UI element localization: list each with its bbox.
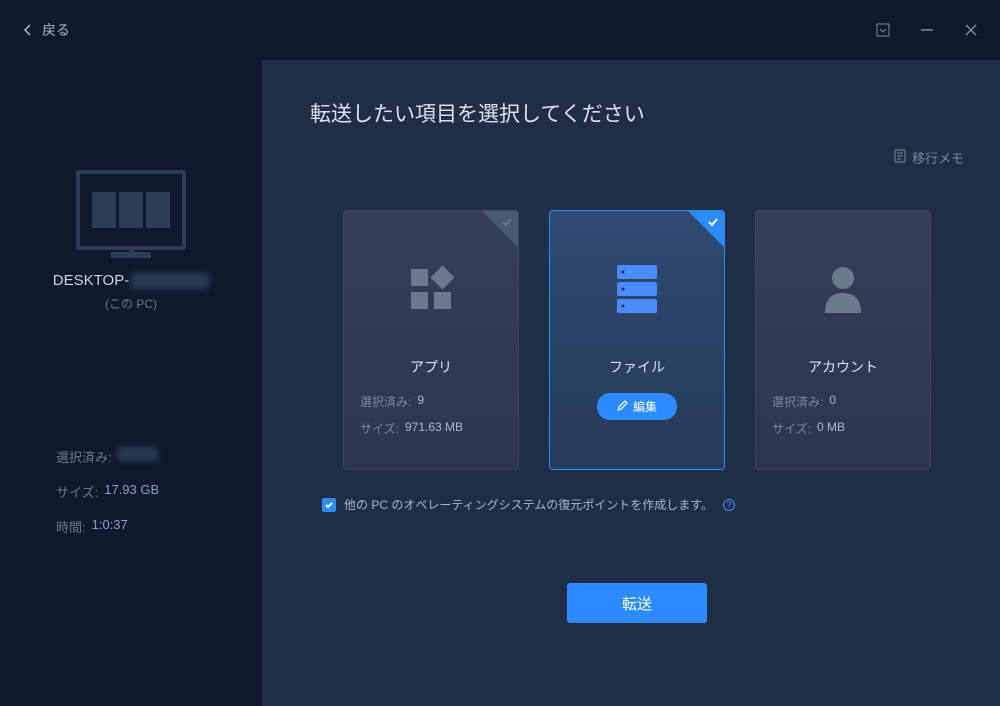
value: 0 — [829, 393, 836, 410]
pc-name-prefix: DESKTOP- — [53, 272, 129, 289]
close-button[interactable] — [962, 21, 980, 39]
restore-point-checkbox[interactable] — [322, 498, 336, 512]
card-corner — [482, 211, 518, 247]
files-icon — [611, 249, 663, 329]
check-icon — [501, 215, 513, 233]
card-title: アプリ — [410, 357, 452, 377]
window-controls — [874, 21, 980, 39]
stat-label: 選択済み: — [56, 447, 112, 466]
pc-visual: DESKTOP- (この PC) — [20, 170, 242, 312]
page-heading: 転送したい項目を選択してください — [310, 98, 964, 128]
info-icon[interactable]: ? — [723, 499, 735, 511]
stat-selected: 選択済み: 9 — [360, 393, 502, 410]
card-stats: 選択済み: 0 サイズ: 0 MB — [772, 393, 914, 437]
restore-point-row: 他の PC のオペレーティングシステムの復元ポイントを作成します。 ? — [310, 496, 964, 513]
stat-size: サイズ: 0 MB — [772, 420, 914, 437]
dropdown-button[interactable] — [874, 21, 892, 39]
sidebar-stats: 選択済み: サイズ: 17.93 GB 時間: 1:0:37 — [20, 447, 242, 536]
check-icon — [707, 215, 719, 233]
label: サイズ: — [772, 420, 811, 437]
back-label: 戻る — [42, 20, 70, 40]
main-layout: DESKTOP- (この PC) 選択済み: サイズ: 17.93 GB 時間:… — [0, 60, 1000, 706]
arrow-left-icon — [20, 22, 36, 38]
minimize-button[interactable] — [918, 21, 936, 39]
memo-link[interactable]: 移行メモ — [893, 148, 964, 167]
card-account[interactable]: アカウント 選択済み: 0 サイズ: 0 MB — [755, 210, 931, 470]
label: 選択済み: — [772, 393, 823, 410]
apps-icon — [405, 249, 457, 329]
stat-value: 1:0:37 — [92, 517, 128, 536]
edit-label: 編集 — [633, 398, 657, 415]
stat-label: 時間: — [56, 517, 86, 536]
pc-name-masked — [131, 273, 209, 289]
card-apps[interactable]: アプリ 選択済み: 9 サイズ: 971.63 MB — [343, 210, 519, 470]
label: 選択済み: — [360, 393, 411, 410]
value: 0 MB — [817, 420, 845, 437]
main-panel: 転送したい項目を選択してください 移行メモ — [262, 60, 1000, 706]
edit-icon — [617, 400, 628, 414]
stat-value: 17.93 GB — [104, 482, 159, 501]
stat-size: サイズ: 17.93 GB — [56, 482, 242, 501]
card-title: ファイル — [609, 357, 665, 377]
value: 9 — [417, 393, 424, 410]
card-title: アカウント — [808, 357, 878, 377]
value: 971.63 MB — [405, 420, 463, 437]
pc-sublabel: (この PC) — [105, 295, 157, 312]
sidebar: DESKTOP- (この PC) 選択済み: サイズ: 17.93 GB 時間:… — [0, 60, 262, 706]
edit-button[interactable]: 編集 — [597, 393, 677, 420]
stat-time: 時間: 1:0:37 — [56, 517, 242, 536]
note-icon — [893, 149, 907, 166]
cards-container: アプリ 選択済み: 9 サイズ: 971.63 MB — [310, 210, 964, 470]
back-button[interactable]: 戻る — [20, 20, 70, 40]
pc-name: DESKTOP- — [53, 272, 209, 289]
stat-label: サイズ: — [56, 482, 98, 501]
stat-size: サイズ: 971.63 MB — [360, 420, 502, 437]
card-files[interactable]: ファイル 編集 — [549, 210, 725, 470]
memo-label: 移行メモ — [912, 148, 964, 167]
card-corner — [688, 211, 724, 247]
stat-selected: 選択済み: 0 — [772, 393, 914, 410]
account-icon — [817, 249, 869, 329]
monitor-icon — [76, 170, 186, 250]
card-stats: 選択済み: 9 サイズ: 971.63 MB — [360, 393, 502, 437]
transfer-button[interactable]: 転送 — [567, 583, 707, 623]
titlebar: 戻る — [0, 0, 1000, 60]
label: サイズ: — [360, 420, 399, 437]
checkbox-label: 他の PC のオペレーティングシステムの復元ポイントを作成します。 — [344, 496, 713, 513]
stat-selected: 選択済み: — [56, 447, 242, 466]
stat-value-masked — [118, 447, 158, 461]
